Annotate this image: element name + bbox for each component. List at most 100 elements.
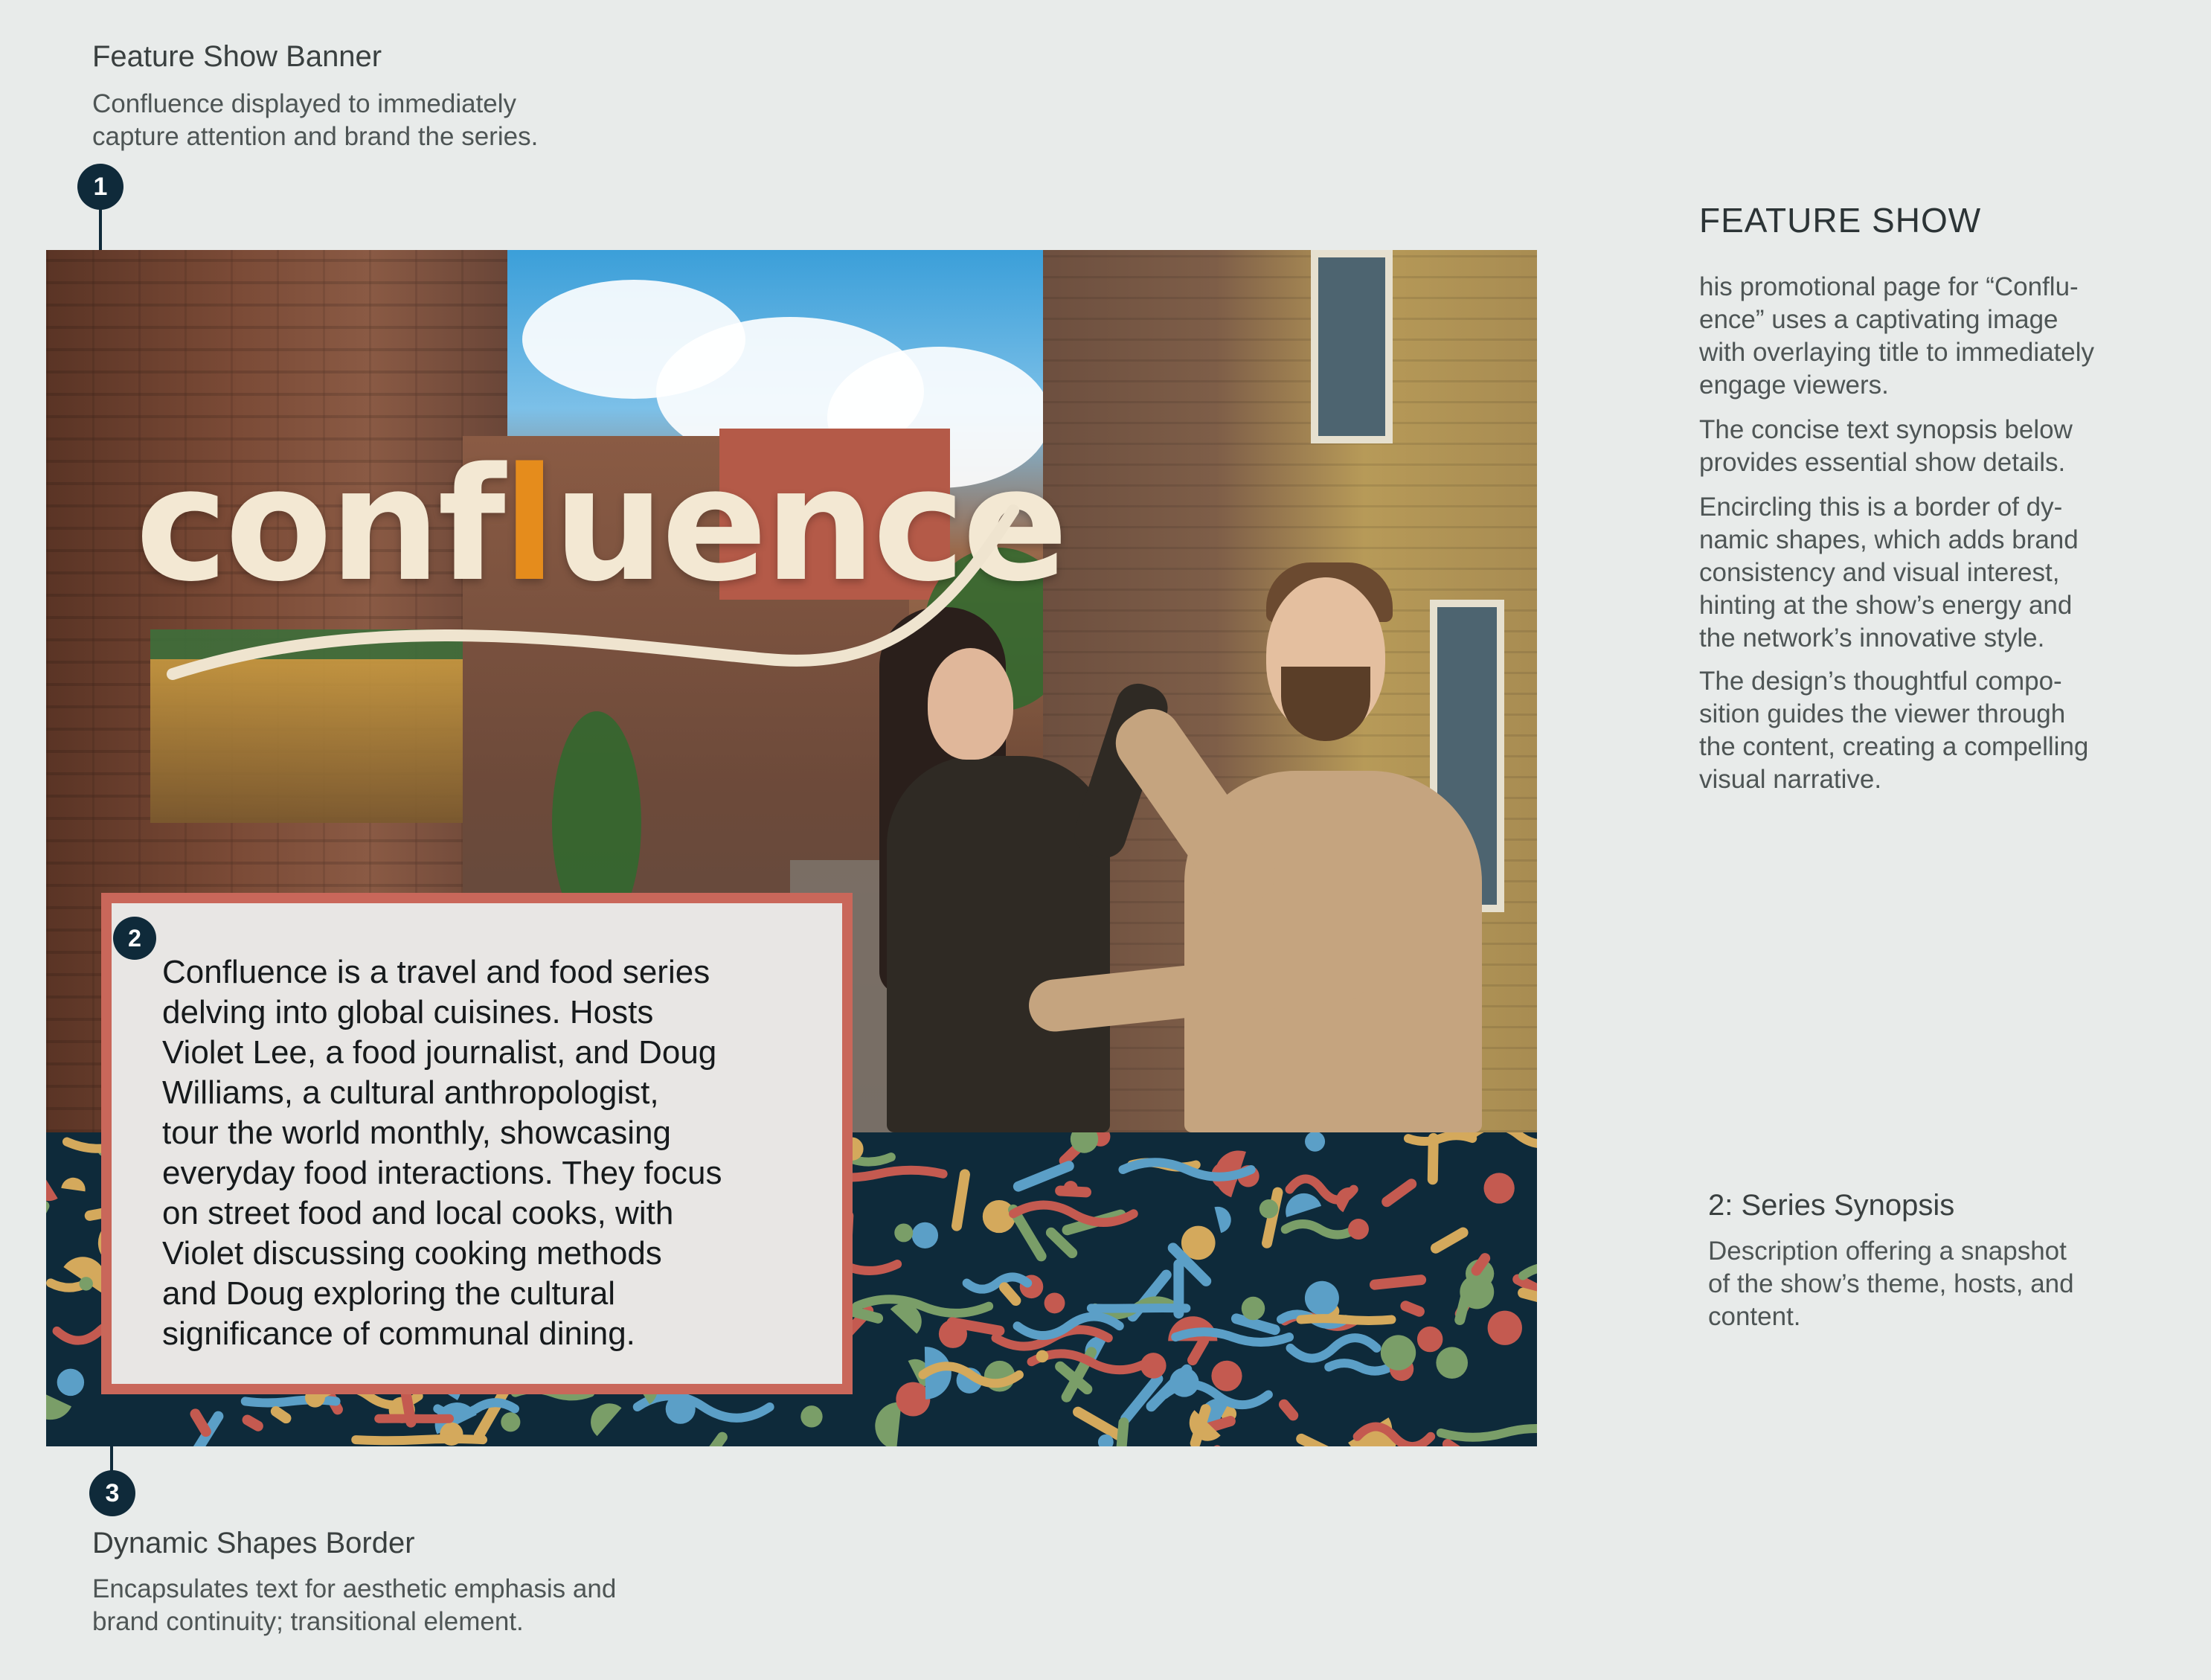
shape-squiggle: [1467, 1132, 1537, 1148]
feature-line: The design’s thoughtful compo-: [1699, 667, 2062, 696]
shape-dot: [1305, 1132, 1326, 1152]
feature-line: The concise text synopsis below: [1699, 415, 2073, 444]
shape-dot: [1063, 1181, 1078, 1196]
shape-squiggle: [1280, 1219, 1360, 1240]
shape-squiggle: [962, 1272, 1033, 1294]
synopsis-line: delving into global cuisines. Hosts: [162, 994, 654, 1030]
feature-line: sition guides the viewer through: [1699, 699, 2066, 728]
shape-dot: [57, 1368, 85, 1397]
annotation-marker-3: 3: [89, 1470, 135, 1516]
shape-half-circle: [46, 1168, 58, 1202]
feature-line: Encircling this is a border of dy-: [1699, 493, 2063, 522]
feature-paragraph-1: his promotional page for “Conflu- ence” …: [1699, 271, 2183, 402]
shape-dot: [501, 1412, 521, 1432]
shape-bar: [1127, 1269, 1172, 1322]
shape-bar: [46, 1200, 50, 1238]
banner-desc-line: Confluence displayed to immediately: [92, 89, 517, 118]
shape-dot: [1416, 1326, 1443, 1353]
shapes-annotation-desc: Encapsulates text for aesthetic emphasis…: [92, 1573, 616, 1638]
shape-half-circle: [1214, 1206, 1231, 1234]
feature-line: hinting at the show’s energy and: [1699, 591, 2073, 620]
synopsis-line: Confluence is a travel and food series: [162, 954, 710, 990]
synopsis-desc-line: content.: [1708, 1302, 1801, 1331]
shape-dot: [1380, 1335, 1416, 1370]
shape-dot: [894, 1223, 914, 1243]
shapes-desc-line: brand continuity; transitional element.: [92, 1607, 524, 1636]
annotation-marker-1: 1: [77, 164, 123, 210]
shapes-desc-line: Encapsulates text for aesthetic emphasis…: [92, 1574, 617, 1603]
feature-line: provides essential show details.: [1699, 448, 2066, 477]
shape-dot: [1487, 1310, 1522, 1345]
shape-half-circle: [875, 1402, 902, 1446]
annotation-marker-2: 2: [113, 917, 156, 960]
shape-dot: [1483, 1173, 1515, 1204]
shape-half-circle: [61, 1177, 86, 1192]
shape-bar: [1278, 1399, 1299, 1421]
shape-squiggle: [1086, 1303, 1191, 1313]
banner-annotation-title: Feature Show Banner: [92, 40, 382, 73]
synopsis-annotation-title: 2: Series Synopsis: [1708, 1189, 1955, 1222]
shape-bar: [1296, 1433, 1343, 1446]
shape-dot: [1436, 1347, 1469, 1379]
feature-line: ence” uses a captivating image: [1699, 305, 2058, 334]
shape-dot: [1044, 1292, 1065, 1314]
shape-bar: [1212, 1445, 1235, 1446]
banner-annotation-desc: Confluence displayed to immediately capt…: [92, 88, 538, 153]
shapes-annotation-title: Dynamic Shapes Border: [92, 1527, 415, 1559]
shape-bar: [1430, 1227, 1469, 1254]
synopsis-line: Violet discussing cooking methods: [162, 1235, 662, 1272]
feature-paragraph-3: Encircling this is a border of dy- namic…: [1699, 491, 2183, 655]
shape-squiggle: [1286, 1333, 1382, 1363]
synopsis-line: Williams, a cultural anthropologist,: [162, 1074, 659, 1111]
shape-dot: [665, 1394, 696, 1424]
synopsis-desc-line: of the show’s theme, hosts, and: [1708, 1269, 2074, 1298]
window: [1311, 250, 1393, 443]
shape-bar: [1369, 1275, 1427, 1290]
feature-line: consistency and visual interest,: [1699, 558, 2060, 587]
shape-dot: [1036, 1350, 1049, 1363]
shape-squiggle: [852, 1295, 994, 1318]
feature-line: the network’s innovative style.: [1699, 623, 2045, 653]
banner-desc-line: capture attention and brand the series.: [92, 122, 539, 151]
feature-line: his promotional page for “Conflu-: [1699, 272, 2079, 301]
shape-dot: [911, 1222, 939, 1248]
synopsis-line: and Doug exploring the cultural: [162, 1275, 616, 1312]
shape-dot: [1304, 1280, 1339, 1315]
synopsis-line: everyday food interactions. They focus: [162, 1155, 722, 1191]
shape-bar: [1261, 1187, 1283, 1248]
woman-coat: [887, 756, 1110, 1132]
shape-half-circle: [591, 1403, 622, 1437]
feature-line: namic shapes, which adds brand: [1699, 525, 2079, 554]
feature-show-heading: FEATURE SHOW: [1699, 201, 1982, 240]
shape-squiggle: [351, 1434, 488, 1446]
annotation-leader-1: [99, 208, 102, 253]
synopsis-line: significance of communal dining.: [162, 1315, 635, 1352]
shape-dot: [800, 1405, 823, 1428]
shape-dot: [79, 1277, 93, 1291]
shape-bar: [1427, 1132, 1439, 1185]
shape-bar: [270, 1405, 292, 1424]
shape-dot: [1211, 1360, 1242, 1391]
shape-bar: [1400, 1301, 1425, 1317]
synopsis-line: Violet Lee, a food journalist, and Doug: [162, 1034, 717, 1071]
shape-squiggle: [1296, 1314, 1396, 1326]
synopsis-text: Confluence is a travel and food series d…: [162, 952, 832, 1354]
shape-dot: [1241, 1296, 1265, 1321]
logo-swoosh-icon: [167, 504, 1019, 680]
synopsis-line: on street food and local cooks, with: [162, 1195, 674, 1231]
feature-line: the content, creating a compelling: [1699, 732, 2089, 761]
shape-dot: [1259, 1199, 1279, 1219]
shape-dot: [938, 1319, 968, 1348]
feature-paragraph-2: The concise text synopsis below provides…: [1699, 414, 2183, 479]
shape-squiggle: [1436, 1424, 1537, 1442]
shape-squiggle: [1324, 1359, 1395, 1376]
feature-line: with overlaying title to immediately: [1699, 338, 2095, 367]
shape-bar: [999, 1282, 1021, 1307]
shape-squiggle: [632, 1391, 774, 1423]
feature-paragraph-4: The design’s thoughtful compo- sition gu…: [1699, 665, 2183, 796]
shape-dot: [896, 1382, 931, 1417]
synopsis-annotation-desc: Description offering a snapshot of the s…: [1708, 1235, 2074, 1333]
synopsis-desc-line: Description offering a snapshot: [1708, 1237, 2067, 1266]
shape-squiggle: [1403, 1132, 1477, 1147]
synopsis-line: tour the world monthly, showcasing: [162, 1115, 671, 1151]
